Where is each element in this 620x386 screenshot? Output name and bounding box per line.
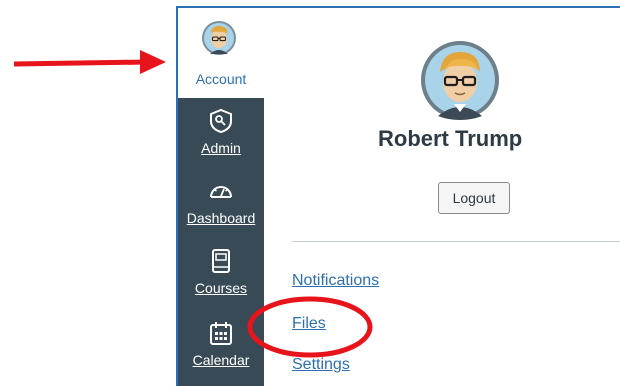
nav-item-dashboard[interactable]: Dashboard xyxy=(178,178,264,226)
nav-item-account[interactable]: Account xyxy=(178,8,264,98)
account-avatar-icon xyxy=(202,21,236,55)
dashboard-gauge-icon xyxy=(210,186,232,198)
profile-avatar xyxy=(421,41,499,120)
courses-book-icon xyxy=(212,249,230,273)
nav-dashboard-label: Dashboard xyxy=(186,210,256,226)
calendar-icon xyxy=(210,322,232,345)
nav-admin-label: Admin xyxy=(201,140,241,156)
nav-item-admin[interactable]: Admin xyxy=(178,108,264,156)
annotation-highlight-ellipse xyxy=(247,296,373,358)
nav-account-label: Account xyxy=(195,71,247,87)
canvas-window: Account Admin Dashboard Courses Calendar… xyxy=(176,6,620,386)
nav-item-courses[interactable]: Courses xyxy=(178,248,264,296)
section-divider xyxy=(292,241,620,242)
annotation-arrow xyxy=(13,50,166,74)
admin-shield-icon xyxy=(210,108,232,134)
notifications-link[interactable]: Notifications xyxy=(292,272,379,290)
profile-name: Robert Trump xyxy=(378,126,523,151)
logout-button[interactable]: Logout xyxy=(438,182,510,214)
